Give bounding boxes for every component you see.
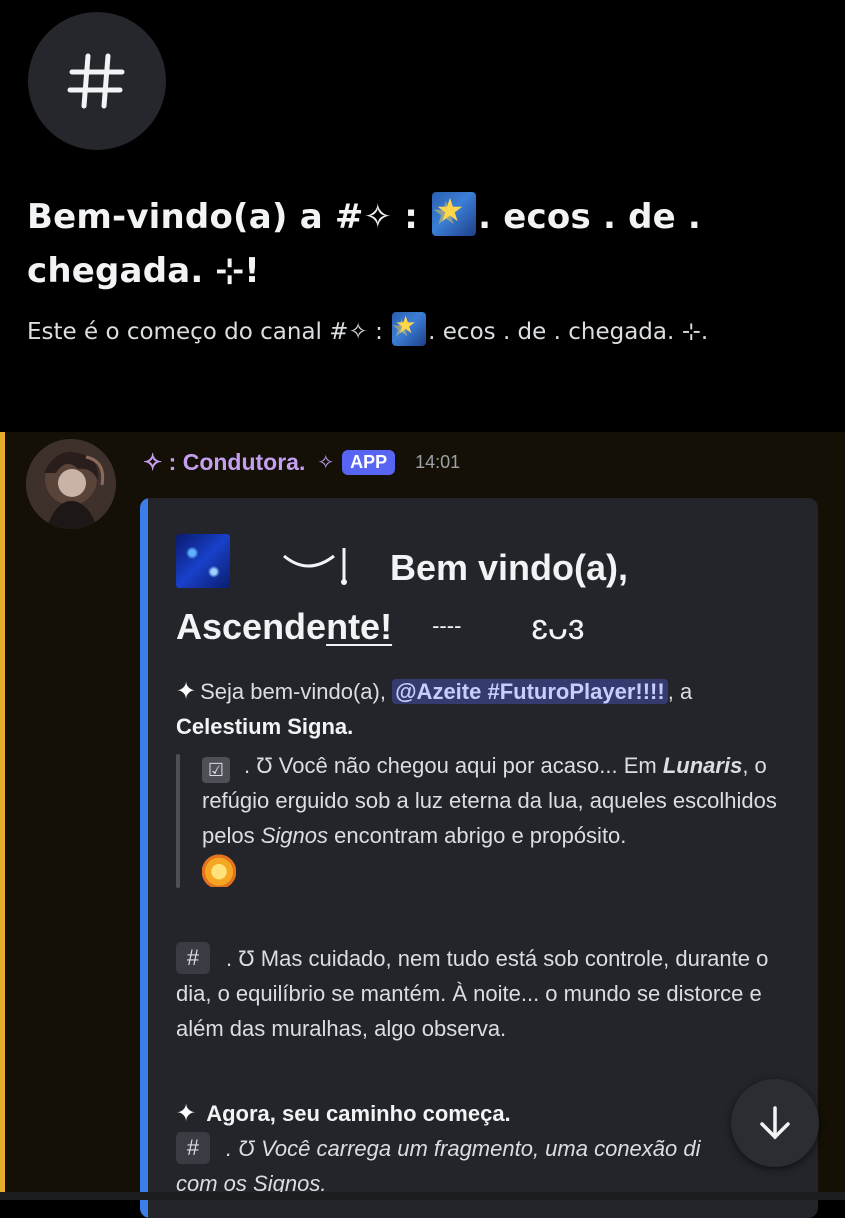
glowing-star-emoji-icon: [202, 853, 236, 887]
sparkle-icon: ✧: [317, 450, 335, 474]
sparkle-icon: ✦: [176, 678, 197, 705]
smile-arrow-deco-icon: [283, 548, 347, 585]
quote-bar: [176, 754, 180, 888]
jump-to-bottom-button[interactable]: [731, 1079, 819, 1167]
embed-title: Bem vindo(a), Ascendente! ---- ɛᴗɜ: [176, 534, 786, 656]
hash-icon: [67, 53, 125, 109]
composer-edge: [0, 1192, 845, 1200]
ballot-box-icon: ☑: [202, 757, 230, 783]
mention-highlight-bar: [0, 432, 5, 1200]
block-quote: ☑. Ʊ Você não chegou aqui por acaso... E…: [176, 748, 786, 891]
welcome-line: ✦ Seja bem-vindo(a), @Azeite #FuturoPlaye…: [176, 678, 693, 739]
user-mention[interactable]: @Azeite #FuturoPlayer!!!!: [392, 679, 668, 704]
message-header: ✧ : Condutora. ✧ APP 14:01: [143, 444, 460, 480]
shooting-star-emoji-icon: [392, 312, 427, 346]
hash-emoji-icon: #: [176, 942, 210, 974]
channel-welcome-header: Bem-vindo(a) a #✧ : . ecos . de . chegad…: [0, 0, 845, 432]
arrow-down-icon: [760, 1106, 790, 1140]
author-name[interactable]: ✧ : Condutora.: [143, 449, 305, 476]
galaxy-emoji-icon: [176, 534, 230, 588]
section-heading: ✦ Agora, seu caminho começa.: [176, 1100, 511, 1127]
message-highlighted[interactable]: ✧ : Condutora. ✧ APP 14:01 Bem vindo(a),…: [0, 432, 845, 1218]
paragraph-warning: #. Ʊ Mas cuidado, nem tudo está sob cont…: [176, 941, 786, 1046]
app-badge: APP: [342, 449, 396, 475]
paragraph-path: #. Ʊ Você carrega um fragmento, uma cone…: [176, 1131, 786, 1201]
author-avatar[interactable]: [26, 439, 116, 529]
message-embed: Bem vindo(a), Ascendente! ---- ɛᴗɜ ✦ Seja…: [140, 498, 818, 1218]
channel-welcome-title: Bem-vindo(a) a #✧ : . ecos . de . chegad…: [27, 190, 817, 298]
channel-hash-avatar: [28, 12, 166, 150]
hash-emoji-icon: #: [176, 1132, 210, 1164]
embed-accent-bar: [140, 498, 148, 1218]
channel-welcome-subtitle: Este é o começo do canal #✧ : . ecos . d…: [27, 312, 827, 352]
shooting-star-emoji-icon: [432, 192, 477, 236]
message-timestamp[interactable]: 14:01: [415, 452, 460, 473]
sparkle-icon: ✦: [176, 1100, 197, 1127]
